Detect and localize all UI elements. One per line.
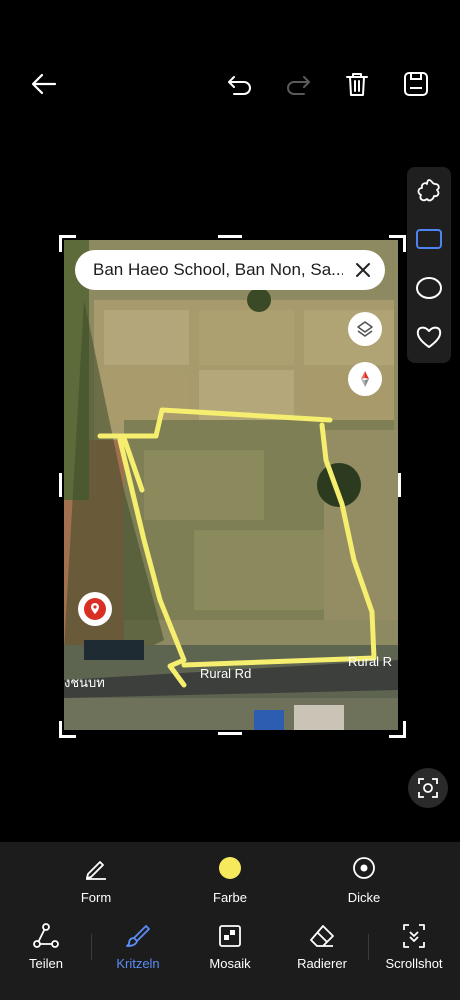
- scrollshot-label: Scrollshot: [385, 956, 443, 971]
- mosaic-label: Mosaik: [209, 956, 251, 971]
- eraser-label: Radierer: [297, 956, 347, 971]
- back-arrow-icon[interactable]: [28, 68, 60, 100]
- crop-handle-bottom[interactable]: [218, 732, 242, 735]
- location-pin-icon[interactable]: [78, 592, 112, 626]
- share-nodes-icon: [0, 920, 92, 952]
- screenshot-canvas[interactable]: Ban Haeo School, Ban Non, Sa... งชนบท Ru…: [64, 240, 398, 730]
- rectangle-icon[interactable]: [413, 223, 445, 255]
- crop-handle-top-right[interactable]: [389, 235, 406, 252]
- scan-screen-icon[interactable]: [408, 768, 448, 808]
- tool-scrollshot[interactable]: Scrollshot: [368, 920, 460, 971]
- thickness-icon: [309, 852, 419, 884]
- crop-handle-top-left[interactable]: [59, 235, 76, 252]
- circle-icon[interactable]: [413, 272, 445, 304]
- share-label: Teilen: [29, 956, 63, 971]
- crop-handle-bottom-right[interactable]: [389, 721, 406, 738]
- save-icon[interactable]: [400, 68, 432, 100]
- brush-icon: [92, 920, 184, 952]
- delete-trash-icon[interactable]: [341, 68, 373, 100]
- crop-handle-right[interactable]: [398, 473, 401, 497]
- pen-style-icon: [41, 852, 151, 884]
- form-label: Form: [80, 890, 112, 905]
- tool-share[interactable]: Teilen: [0, 920, 92, 971]
- scrollshot-icon: [368, 920, 460, 952]
- tool-mosaic[interactable]: Mosaik: [184, 920, 276, 971]
- thickness-option[interactable]: Dicke: [309, 842, 419, 905]
- compass-icon[interactable]: [348, 362, 382, 396]
- eraser-icon: [276, 920, 368, 952]
- form-option[interactable]: Form: [41, 842, 151, 905]
- color-label: Farbe: [213, 890, 247, 905]
- mosaic-icon: [184, 920, 276, 952]
- map-search-bar[interactable]: Ban Haeo School, Ban Non, Sa...: [75, 250, 385, 290]
- heart-icon[interactable]: [413, 321, 445, 353]
- scribble-label: Kritzeln: [116, 956, 160, 971]
- edit-tools-panel: Form Farbe Dicke Teilen Kritzeln Mosaik …: [0, 842, 460, 1000]
- road-label-center: Rural Rd: [200, 666, 252, 681]
- tool-eraser[interactable]: Radierer: [276, 920, 368, 971]
- redo-icon[interactable]: [282, 68, 314, 100]
- crop-handle-top[interactable]: [218, 235, 242, 238]
- map-layers-icon[interactable]: [348, 312, 382, 346]
- thickness-label: Dicke: [347, 890, 381, 905]
- undo-icon[interactable]: [224, 68, 256, 100]
- road-label-left: งชนบท: [64, 675, 105, 690]
- road-label-right: Rural R: [348, 654, 393, 669]
- shape-picker-panel: [407, 167, 451, 363]
- close-icon[interactable]: [351, 258, 375, 282]
- tool-scribble[interactable]: Kritzeln: [92, 920, 184, 971]
- crop-handle-bottom-left[interactable]: [59, 721, 76, 738]
- crop-handle-left[interactable]: [59, 473, 62, 497]
- freeform-blob-icon[interactable]: [413, 175, 445, 207]
- top-toolbar: [0, 0, 460, 170]
- map-search-text: Ban Haeo School, Ban Non, Sa...: [93, 260, 343, 279]
- selected-color-swatch: [219, 857, 241, 879]
- color-option[interactable]: Farbe: [175, 842, 285, 905]
